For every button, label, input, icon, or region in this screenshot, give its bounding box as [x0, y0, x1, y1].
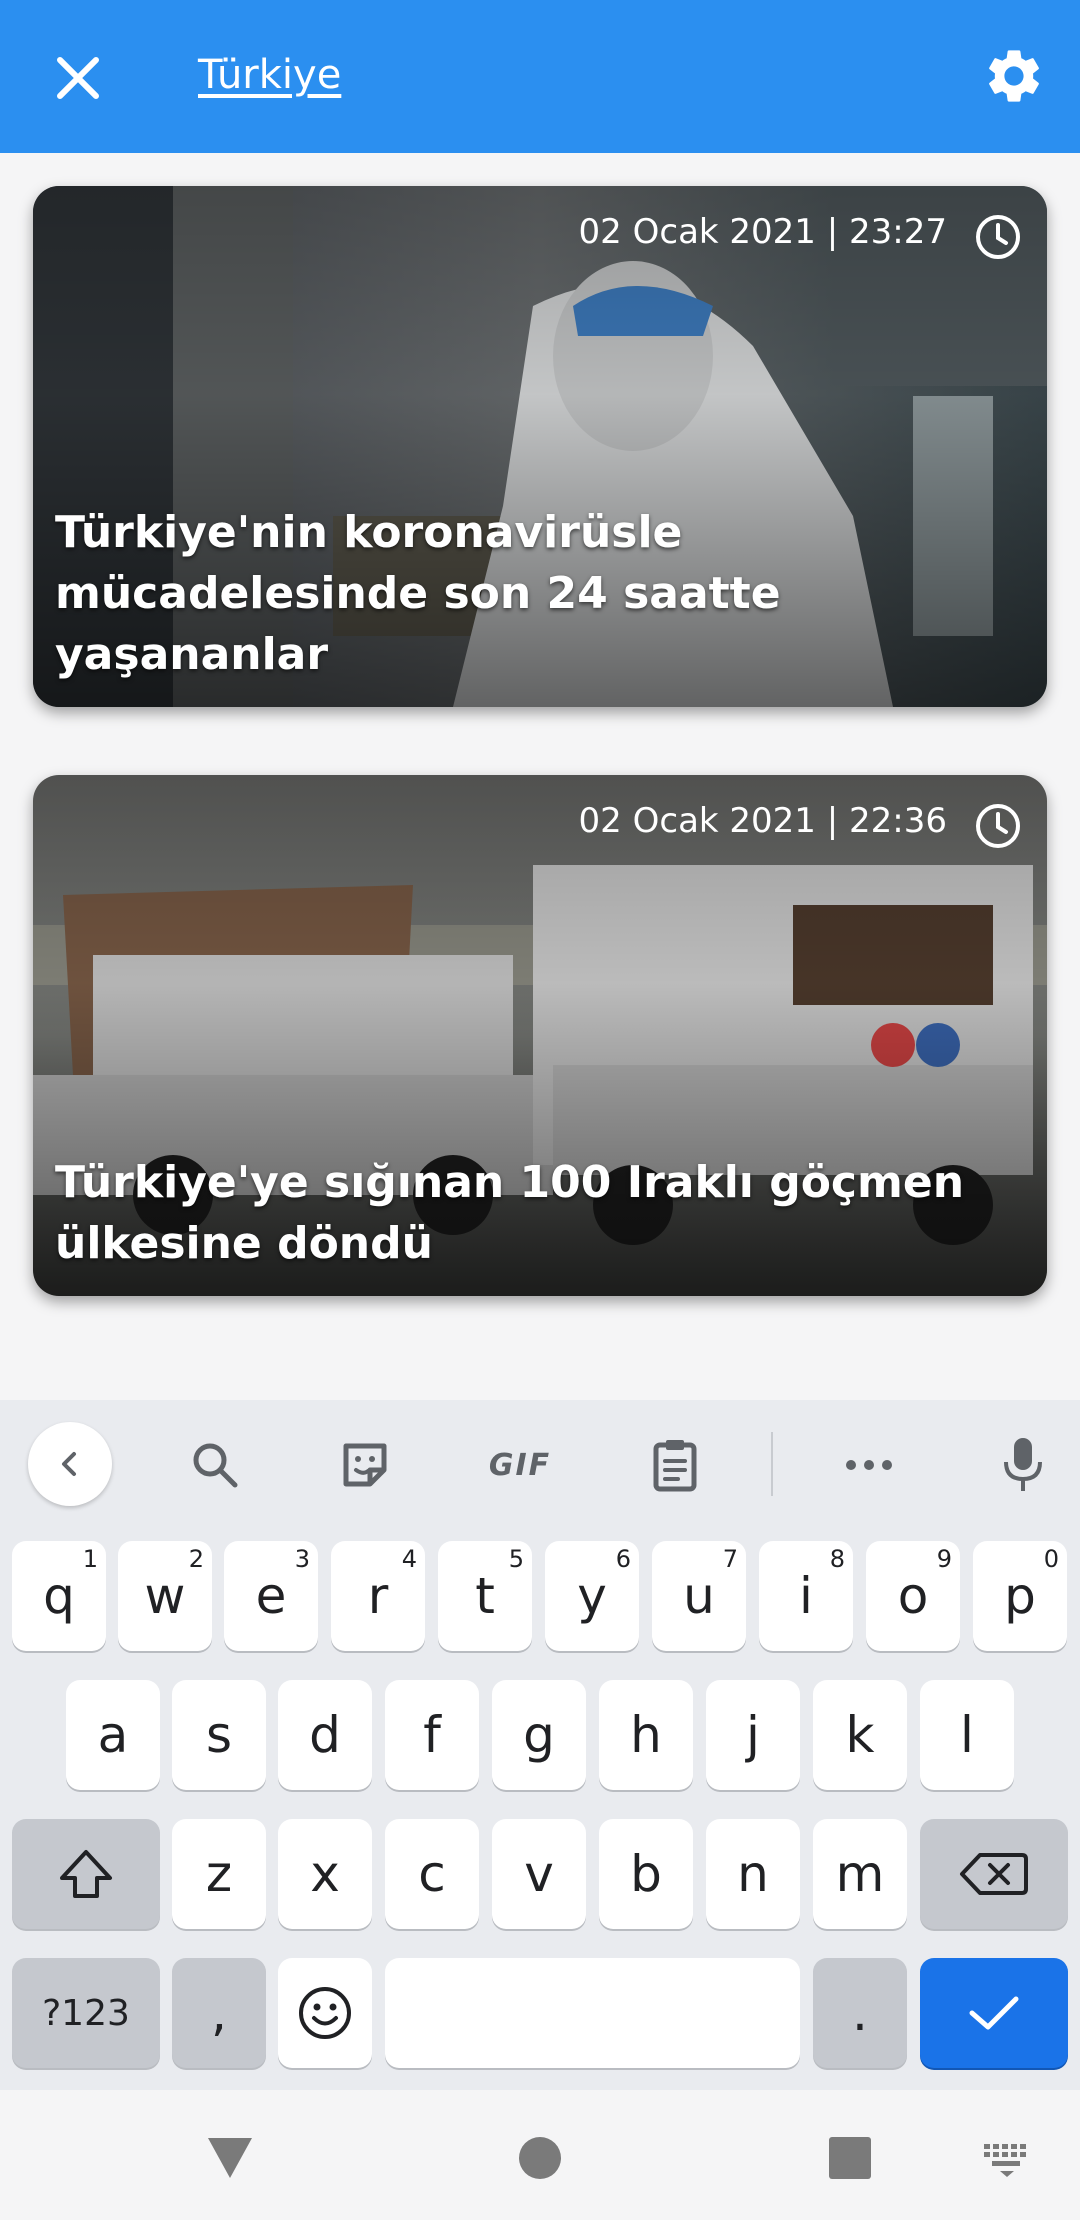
key-r[interactable]: r4 — [331, 1541, 425, 1651]
key-k[interactable]: k — [813, 1680, 907, 1790]
shift-icon — [60, 1850, 112, 1898]
shift-key[interactable] — [12, 1819, 160, 1929]
symbols-key[interactable]: ?123 — [12, 1958, 160, 2068]
key-b[interactable]: b — [599, 1819, 693, 1929]
chevron-left-icon[interactable] — [28, 1422, 112, 1506]
key-v[interactable]: v — [492, 1819, 586, 1929]
news-headline: Türkiye'ye sığınan 100 Iraklı göçmen ülk… — [55, 1157, 965, 1269]
key-x[interactable]: x — [278, 1819, 372, 1929]
key-n[interactable]: n — [706, 1819, 800, 1929]
enter-key[interactable] — [920, 1958, 1068, 2068]
key-q[interactable]: q1 — [12, 1541, 106, 1651]
checkmark-icon — [969, 1996, 1019, 2030]
toolbar-divider — [771, 1432, 773, 1496]
key-j[interactable]: j — [706, 1680, 800, 1790]
key-e[interactable]: e3 — [224, 1541, 318, 1651]
key-z[interactable]: z — [172, 1819, 266, 1929]
backspace-icon — [960, 1853, 1028, 1895]
period-key[interactable]: . — [813, 1958, 907, 2068]
key-h[interactable]: h — [599, 1680, 693, 1790]
key-s[interactable]: s — [172, 1680, 266, 1790]
news-card[interactable]: 02 Ocak 2021 | 23:27 Türkiye'nin koronav… — [33, 186, 1047, 707]
key-m[interactable]: m — [813, 1819, 907, 1929]
home-circle-icon[interactable] — [510, 2128, 570, 2188]
key-i[interactable]: i8 — [759, 1541, 853, 1651]
app-bar: Türkiye — [0, 0, 1080, 153]
gear-icon[interactable] — [982, 44, 1046, 108]
news-date: 02 Ocak 2021 | 22:36 — [578, 801, 947, 841]
emoji-key[interactable] — [278, 1958, 372, 2068]
page-title[interactable]: Türkiye — [198, 52, 341, 98]
key-p[interactable]: p0 — [973, 1541, 1067, 1651]
soft-keyboard: GIF q1 w2 e3 r4 t5 y 6 u 7 i 8 o 9 p 0 a… — [0, 1400, 1080, 2090]
gif-label: GIF — [488, 1447, 552, 1483]
key-a[interactable]: a — [66, 1680, 160, 1790]
keyboard-switch-icon[interactable] — [982, 2140, 1032, 2180]
news-card[interactable]: 02 Ocak 2021 | 22:36 Türkiye'ye sığınan … — [33, 775, 1047, 1296]
space-key[interactable] — [385, 1958, 800, 2068]
emoji-icon — [299, 1987, 351, 2039]
key-w[interactable]: w2 — [118, 1541, 212, 1651]
search-icon[interactable] — [170, 1420, 260, 1510]
key-c[interactable]: c — [385, 1819, 479, 1929]
recents-square-icon[interactable] — [820, 2128, 880, 2188]
close-icon[interactable] — [48, 48, 108, 108]
key-t[interactable]: t5 — [438, 1541, 532, 1651]
backspace-key[interactable] — [920, 1819, 1068, 1929]
sticker-icon[interactable] — [320, 1420, 410, 1510]
news-date: 02 Ocak 2021 | 23:27 — [578, 212, 947, 252]
more-horizontal-icon[interactable] — [824, 1420, 914, 1510]
clock-icon — [973, 212, 1023, 262]
key-d[interactable]: d — [278, 1680, 372, 1790]
gif-button[interactable]: GIF — [470, 1420, 570, 1510]
back-triangle-icon[interactable] — [200, 2128, 260, 2188]
news-headline: Türkiye'nin koronavirüsle mücadelesinde … — [55, 507, 781, 680]
keyboard-toolbar: GIF — [0, 1400, 1080, 1530]
key-y[interactable]: y6 — [545, 1541, 639, 1651]
clipboard-icon[interactable] — [630, 1420, 720, 1510]
key-f[interactable]: f — [385, 1680, 479, 1790]
key-u[interactable]: u7 — [652, 1541, 746, 1651]
microphone-icon[interactable] — [978, 1420, 1068, 1510]
clock-icon — [973, 801, 1023, 851]
key-l[interactable]: l — [920, 1680, 1014, 1790]
comma-key[interactable]: , — [172, 1958, 266, 2068]
system-nav-bar — [0, 2090, 1080, 2220]
key-o[interactable]: o9 — [866, 1541, 960, 1651]
key-g[interactable]: g — [492, 1680, 586, 1790]
